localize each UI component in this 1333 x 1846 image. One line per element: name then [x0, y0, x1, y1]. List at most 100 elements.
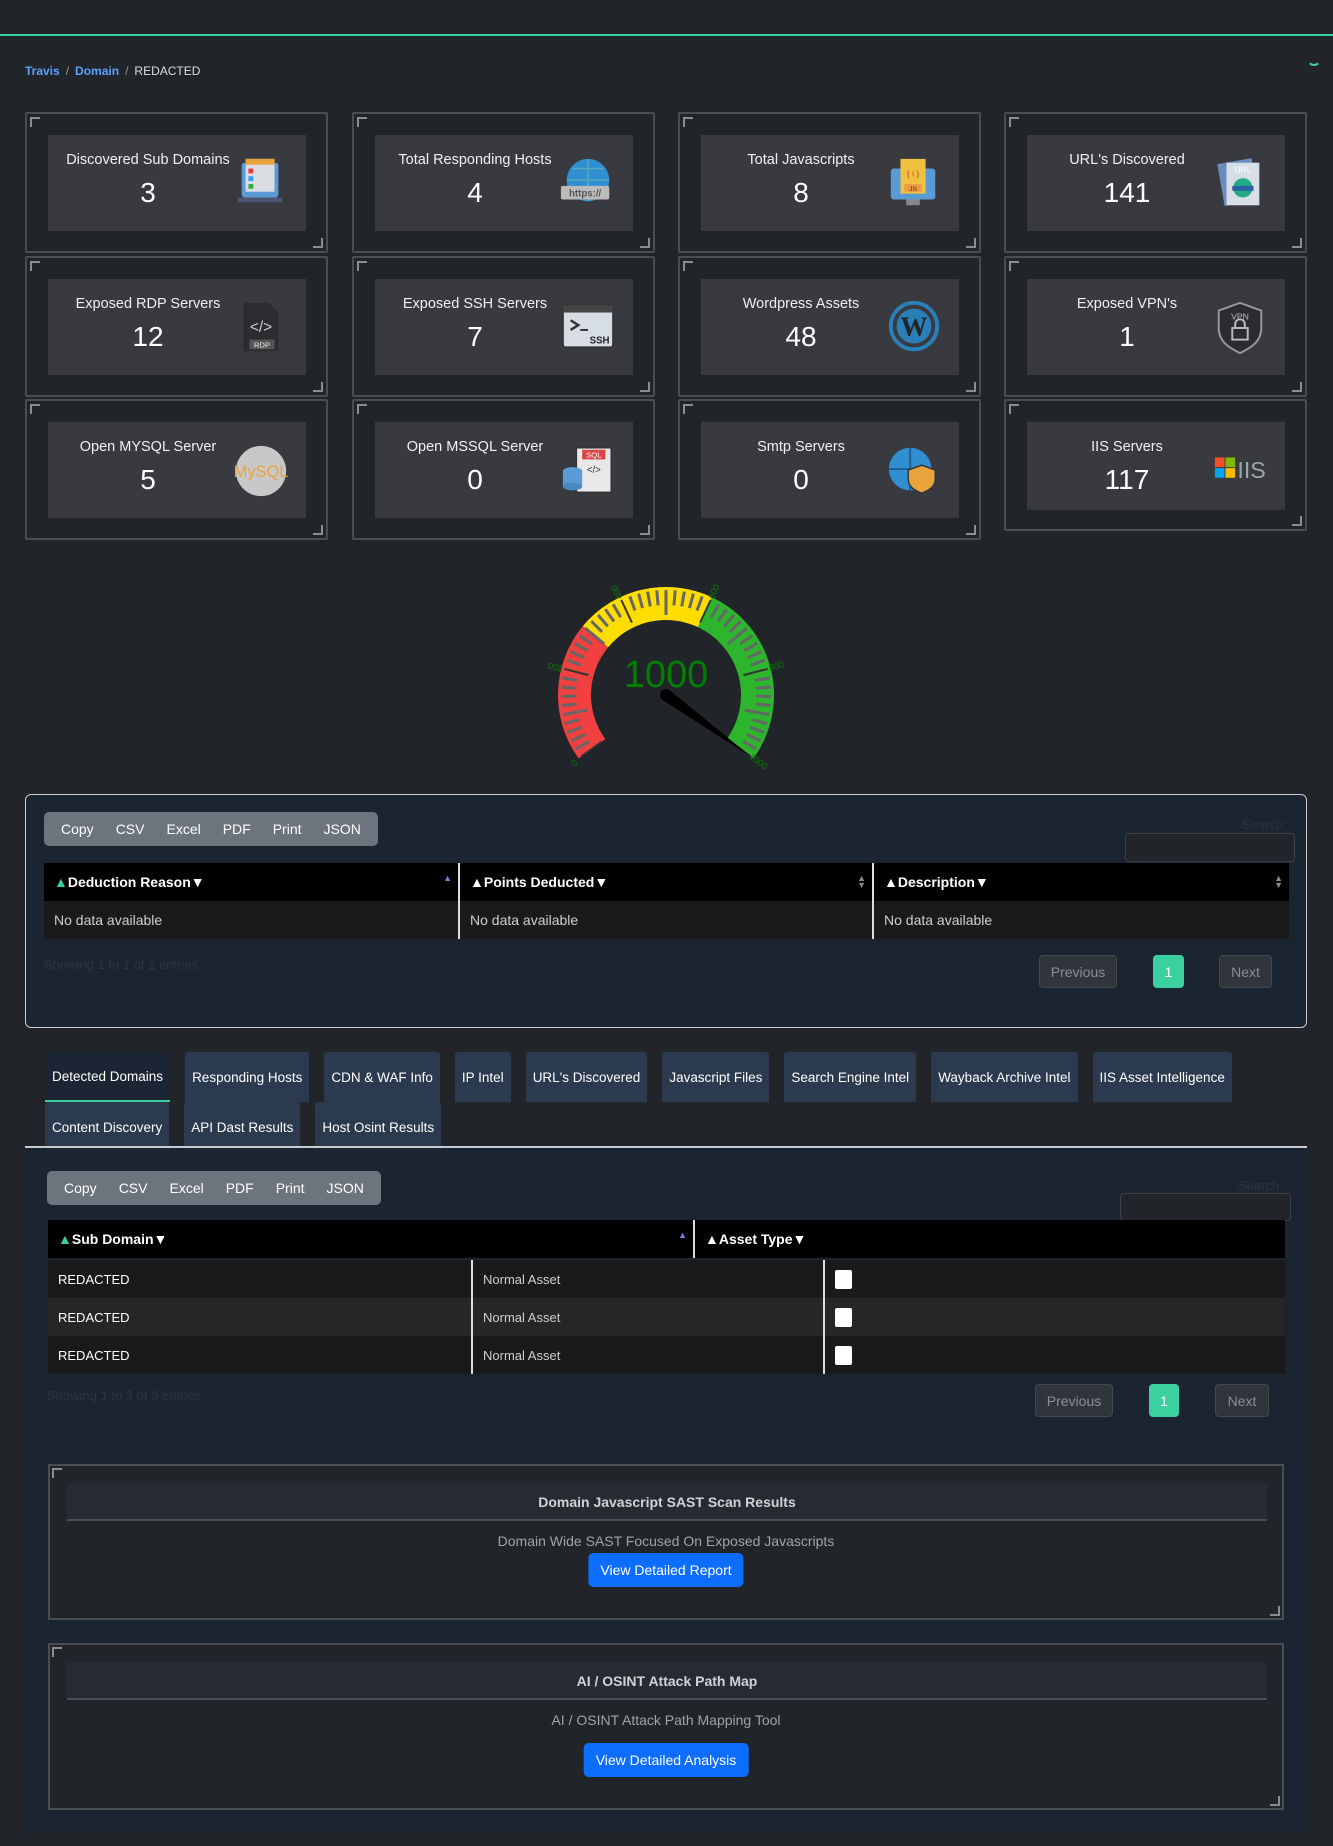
json-button[interactable]: JSON: [316, 1180, 375, 1196]
gauge-tick: [655, 590, 660, 606]
stat-card-value: 0: [467, 464, 483, 495]
view-detailed-report-button[interactable]: View Detailed Report: [588, 1553, 744, 1587]
tab-host-osint-results[interactable]: Host Osint Results: [315, 1102, 442, 1152]
stat-card: URL's Discovered 141 URL: [1004, 112, 1307, 253]
stat-card: Exposed VPN's 1 VPN: [1004, 256, 1307, 397]
print-button[interactable]: Print: [265, 1180, 316, 1196]
stat-card-title: Discovered Sub Domains: [66, 152, 230, 168]
tab-responding-hosts[interactable]: Responding Hosts: [185, 1052, 310, 1102]
search-input[interactable]: [1120, 1193, 1291, 1221]
row-checkbox-cell: [824, 1298, 1285, 1336]
sast-subtitle: Domain Wide SAST Focused On Exposed Java…: [497, 1533, 835, 1549]
mysql-icon: MySQL: [234, 445, 288, 497]
stat-card-title: Open MSSQL Server: [406, 439, 544, 455]
sast-title: Domain Javascript SAST Scan Results: [67, 1483, 1267, 1521]
gauge-tick: [561, 702, 577, 708]
svg-text:RDP: RDP: [254, 340, 270, 349]
breadcrumb-separator: /: [125, 64, 129, 78]
stat-card-value: 5: [140, 464, 156, 495]
row-checkbox[interactable]: [835, 1345, 852, 1365]
stat-card-value: 4: [467, 177, 483, 208]
next-button[interactable]: Next: [1215, 1384, 1269, 1417]
excel-button[interactable]: Excel: [155, 821, 211, 837]
gauge-tick: [755, 702, 771, 708]
previous-button[interactable]: Previous: [1035, 1384, 1113, 1417]
view-detailed-analysis-button[interactable]: View Detailed Analysis: [583, 1743, 749, 1777]
breadcrumb-travis[interactable]: Travis: [25, 64, 60, 78]
previous-button[interactable]: Previous: [1039, 955, 1117, 988]
vpn-shield-icon: VPN: [1217, 301, 1263, 355]
tab-bar: Detected Domains Responding Hosts CDN & WA…: [45, 1052, 1275, 1152]
table-header-row: ▲Deduction Reason▼ ▲ ▲Points Deducted▼ ▲ ▼ …: [44, 863, 1289, 901]
column-deduction-reason[interactable]: ▲Deduction Reason▼ ▲: [44, 863, 460, 901]
sub-domain-cell: REDACTED: [48, 1336, 473, 1374]
stat-card-body: URL's Discovered 141 URL: [1027, 135, 1285, 231]
search-label: Search:: [1242, 817, 1287, 832]
tab-api-dast-results[interactable]: API Dast Results: [184, 1102, 301, 1152]
column-points-deducted[interactable]: ▲Points Deducted▼ ▲ ▼: [459, 863, 874, 901]
svg-text:URL: URL: [1234, 164, 1252, 174]
table-row: REDACTED Normal Asset: [48, 1336, 1285, 1374]
tab-cdn-waf-info[interactable]: CDN & WAF Info: [324, 1052, 440, 1102]
javascript-file-icon: { i } JS: [890, 158, 936, 206]
stat-card-body: Discovered Sub Domains 3: [48, 135, 306, 231]
stat-card-body: Total Javascripts 8 { i } JS: [701, 135, 959, 231]
column-description[interactable]: ▲Description▼ ▲ ▼: [873, 863, 1289, 901]
column-asset-type[interactable]: ▲Asset Type▼: [694, 1220, 1285, 1258]
globe-shield-icon: [888, 447, 936, 495]
row-checkbox[interactable]: [835, 1307, 852, 1327]
stat-card-title: Smtp Servers: [757, 439, 845, 455]
tab-detected-domains[interactable]: Detected Domains: [45, 1052, 171, 1102]
csv-button[interactable]: CSV: [108, 1180, 159, 1196]
stat-card-body: Exposed SSH Servers 7 SSH: [375, 279, 633, 375]
domains-laptop-icon: [237, 158, 283, 203]
breadcrumb-domain[interactable]: Domain: [75, 64, 119, 78]
csv-button[interactable]: CSV: [105, 821, 156, 837]
stat-card-value: 12: [132, 321, 164, 352]
pdf-button[interactable]: PDF: [212, 821, 262, 837]
page-1-button[interactable]: 1: [1149, 1384, 1179, 1417]
stat-card-body: Total Responding Hosts 4 https://: [375, 135, 633, 231]
tab-url-s-discovered[interactable]: URL's Discovered: [525, 1052, 648, 1102]
tab-ip-intel[interactable]: IP Intel: [454, 1052, 511, 1102]
pdf-button[interactable]: PDF: [215, 1180, 265, 1196]
rdp-file-icon: </> RDP: [243, 302, 279, 352]
search-label: Search:: [1238, 1178, 1283, 1193]
json-button[interactable]: JSON: [313, 821, 372, 837]
iis-logo-icon: IIS: [1214, 457, 1266, 483]
gauge-tick-label: 600: [706, 583, 721, 601]
url-document-icon: URL: [1217, 158, 1260, 207]
copy-button[interactable]: Copy: [53, 1180, 108, 1196]
tab-content-discovery[interactable]: Content Discovery: [45, 1102, 170, 1152]
stat-card: Discovered Sub Domains 3: [25, 112, 328, 253]
next-button[interactable]: Next: [1219, 955, 1272, 988]
tab-search-engine-intel[interactable]: Search Engine Intel: [784, 1052, 917, 1102]
row-checkbox[interactable]: [835, 1269, 852, 1289]
stat-card-body: Open MSSQL Server 0 SQL </>: [375, 422, 633, 518]
stat-card-body: Exposed RDP Servers 12 </> RDP: [48, 279, 306, 375]
column-sub-domain[interactable]: ▲Sub Domain▼ ▲: [48, 1220, 695, 1258]
table-row: REDACTED Normal Asset: [48, 1260, 1285, 1298]
asset-type-cell: Normal Asset: [472, 1336, 825, 1374]
asset-type-cell: Normal Asset: [472, 1260, 825, 1298]
gauge-tick-label: 800: [768, 659, 785, 672]
stat-card-title: Exposed SSH Servers: [402, 296, 548, 312]
tab-wayback-archive-intel[interactable]: Wayback Archive Intel: [931, 1052, 1078, 1102]
sub-domain-cell: REDACTED: [48, 1298, 473, 1336]
tab-iis-asset-intelligence[interactable]: IIS Asset Intelligence: [1092, 1052, 1232, 1102]
stat-card-value: 7: [467, 321, 483, 352]
wordpress-icon: W: [888, 300, 940, 352]
print-button[interactable]: Print: [262, 821, 313, 837]
stat-card: Open MSSQL Server 0 SQL </>: [352, 399, 655, 540]
stat-card-value: 141: [1103, 177, 1151, 208]
cell: No data available: [873, 901, 1289, 939]
copy-button[interactable]: Copy: [50, 821, 105, 837]
stat-card-title: Total Javascripts: [747, 152, 855, 168]
deductions-panel: Copy CSV Excel PDF Print JSON Search: ▲D…: [25, 794, 1307, 1028]
tab-javascript-files[interactable]: Javascript Files: [662, 1052, 770, 1102]
page-1-button[interactable]: 1: [1153, 955, 1184, 988]
search-input[interactable]: [1125, 833, 1295, 862]
svg-text:W: W: [900, 312, 927, 342]
stat-card-title: Open MYSQL Server: [79, 439, 217, 455]
excel-button[interactable]: Excel: [158, 1180, 214, 1196]
